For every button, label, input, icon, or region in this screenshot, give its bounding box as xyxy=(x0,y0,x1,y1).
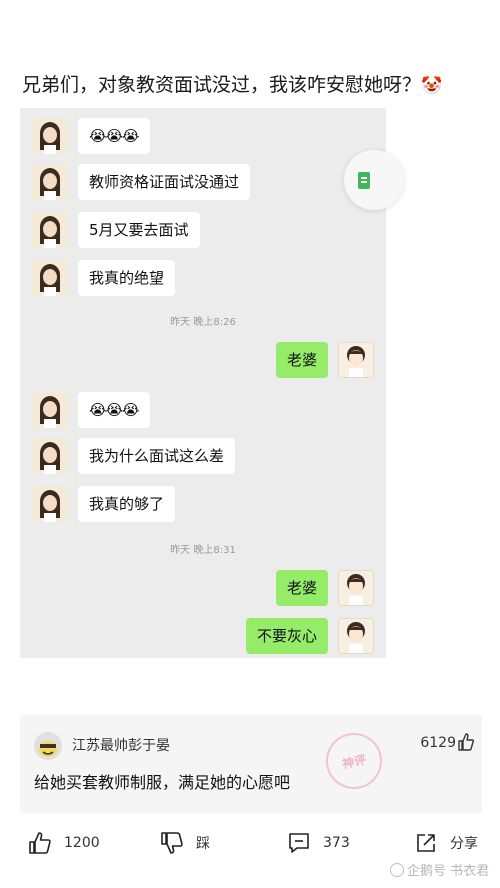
chat-bubble: 😭😭😭 xyxy=(78,118,150,154)
comment-count: 373 xyxy=(323,835,350,851)
boy-avatar xyxy=(338,342,374,378)
chat-bubble: 老婆 xyxy=(275,342,328,378)
chat-timestamp: 昨天 晚上8:31 xyxy=(170,545,236,556)
like-button[interactable]: 1200 xyxy=(28,831,100,855)
chat-bubble: 我真的绝望 xyxy=(78,260,176,296)
chat-timestamp: 昨天 晚上8:26 xyxy=(170,317,236,328)
chat-message: 老婆 xyxy=(275,342,374,378)
comment-button[interactable]: 373 xyxy=(287,831,350,855)
penguin-logo-icon xyxy=(390,863,404,877)
watermark-text: 企鹅号 书衣君 xyxy=(407,864,490,879)
god-comment-stamp: 神评 xyxy=(320,727,388,795)
chat-bubble: 我为什么面试这么差 xyxy=(78,438,236,474)
chat-bubble: 不要灰心 xyxy=(245,618,328,654)
dislike-button[interactable]: 踩 xyxy=(160,831,210,855)
girl-avatar xyxy=(32,260,68,296)
share-icon xyxy=(417,834,435,852)
chat-bubble: 我真的够了 xyxy=(78,486,176,522)
girl-avatar xyxy=(32,118,68,154)
chat-screenshot: 😭😭😭 教师资格证面试没通过 5月又要去面试 我真的绝望 昨天 晚上8:26 老… xyxy=(20,108,386,658)
girl-avatar xyxy=(32,392,68,428)
dislike-label: 踩 xyxy=(196,836,210,852)
chat-message: 我真的绝望 xyxy=(32,260,176,296)
document-icon xyxy=(358,171,370,189)
girl-avatar xyxy=(32,164,68,200)
watermark: 企鹅号 书衣君 xyxy=(390,860,489,879)
chat-bubble: 5月又要去面试 xyxy=(78,212,200,248)
post-title-text: 兄弟们，对象教资面试没过，我该咋安慰她呀？ xyxy=(22,74,422,96)
thumbs-up-icon[interactable] xyxy=(458,733,474,751)
comment-text: 给她买套教师制服，满足她的心愿吧 xyxy=(34,773,291,792)
comment-username[interactable]: 江苏最帅彭于晏 xyxy=(72,735,170,755)
boy-avatar xyxy=(338,618,374,654)
clown-emoji-icon: 🤡 xyxy=(421,76,443,96)
thumbs-down-icon xyxy=(161,832,183,854)
post-title: 兄弟们，对象教资面试没过，我该咋安慰她呀？🤡 xyxy=(22,70,482,101)
girl-avatar xyxy=(32,212,68,248)
like-count: 1200 xyxy=(64,835,100,851)
girl-avatar xyxy=(32,486,68,522)
share-button[interactable]: 分享 xyxy=(414,831,478,855)
hot-comment: 江苏最帅彭于晏 神评 6129 给她买套教师制服，满足她的心愿吧 xyxy=(20,715,482,813)
chat-message: 我为什么面试这么差 xyxy=(32,438,236,474)
chat-message: 😭😭😭 xyxy=(32,392,150,428)
comment-icon xyxy=(289,833,309,853)
avatar[interactable] xyxy=(34,732,62,760)
chat-message: 5月又要去面试 xyxy=(32,212,200,248)
chat-message: 老婆 xyxy=(275,570,374,606)
chat-bubble: 教师资格证面试没通过 xyxy=(78,164,251,200)
chat-bubble: 😭😭😭 xyxy=(78,392,150,428)
comment-like-count: 6129 xyxy=(420,735,456,751)
chat-message: 😭😭😭 xyxy=(32,118,150,154)
chat-bubble: 老婆 xyxy=(275,570,328,606)
thumbs-up-icon xyxy=(29,832,51,854)
share-label: 分享 xyxy=(450,836,478,852)
chat-message: 不要灰心 xyxy=(245,618,374,654)
girl-avatar xyxy=(32,438,68,474)
chat-message: 教师资格证面试没通过 xyxy=(32,164,251,200)
floating-doc-button[interactable] xyxy=(344,150,404,210)
boy-avatar xyxy=(338,570,374,606)
chat-message: 我真的够了 xyxy=(32,486,176,522)
